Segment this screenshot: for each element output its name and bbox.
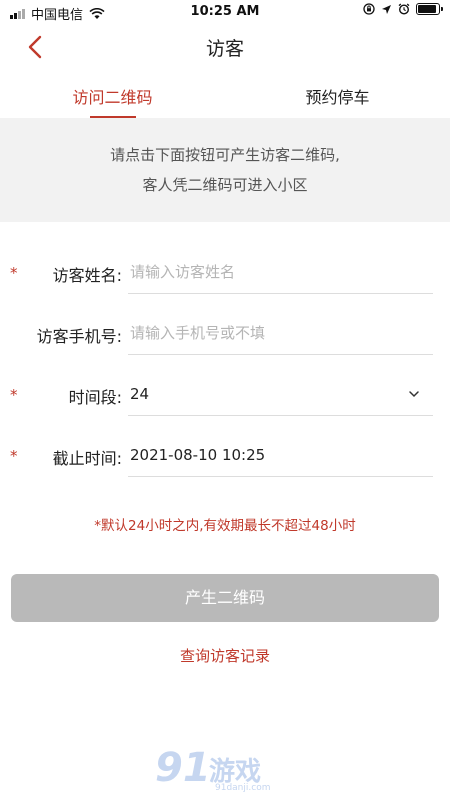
generate-qrcode-button[interactable]: 产生二维码 [11,574,439,622]
deadline-label: 截止时间: [52,449,122,468]
watermark-mark: 91 [155,745,211,791]
visitor-name-field [128,250,433,294]
lock-rotation-icon [363,3,375,15]
watermark-logo: 91 游戏 91danji.com [155,745,295,797]
deadline-field[interactable]: 2021-08-10 10:25 [128,433,433,477]
visitor-name-label: 访客姓名: [52,266,122,285]
chevron-down-icon [409,391,419,398]
time-period-value: 24 [130,384,150,403]
visitor-phone-label: 访客手机号: [36,327,122,346]
visitor-history-link[interactable]: 查询访客记录 [0,645,450,666]
tab-visit-qrcode[interactable]: 访问二维码 [0,68,225,118]
notice-line-2: 客人凭二维码可进入小区 [142,176,308,194]
visitor-phone-row: 访客手机号: [0,307,450,368]
status-bar: 中国电信 10:25 AM [0,0,450,24]
validity-hint: *默认24小时之内,有效期最长不超过48小时 [94,518,356,534]
deadline-row: * 截止时间: 2021-08-10 10:25 [0,429,450,490]
status-right [363,3,443,15]
watermark-url: 91danji.com [215,783,271,793]
time-period-select[interactable]: 24 [128,372,433,416]
time-period-row: * 时间段: 24 [0,368,450,429]
visitor-name-row: * 访客姓名: [0,246,450,307]
visitor-name-input[interactable] [130,250,433,293]
visitor-phone-input[interactable] [130,311,433,354]
required-mark: * [10,447,18,465]
page-title: 访客 [205,38,244,60]
alarm-icon [398,3,410,15]
required-mark: * [10,264,18,282]
notice-panel: 请点击下面按钮可产生访客二维码, 客人凭二维码可进入小区 [0,118,450,222]
time-period-label: 时间段: [68,388,122,407]
deadline-value: 2021-08-10 10:25 [130,445,266,464]
required-mark: * [10,386,18,404]
tab-parking-reservation[interactable]: 预约停车 [225,68,450,118]
battery-icon [416,3,443,15]
tab-bar: 访问二维码 预约停车 [0,68,450,118]
notice-line-1: 请点击下面按钮可产生访客二维码, [110,146,340,164]
location-icon [382,4,391,14]
nav-bar: 访客 [0,24,450,68]
visitor-phone-field [128,311,433,355]
